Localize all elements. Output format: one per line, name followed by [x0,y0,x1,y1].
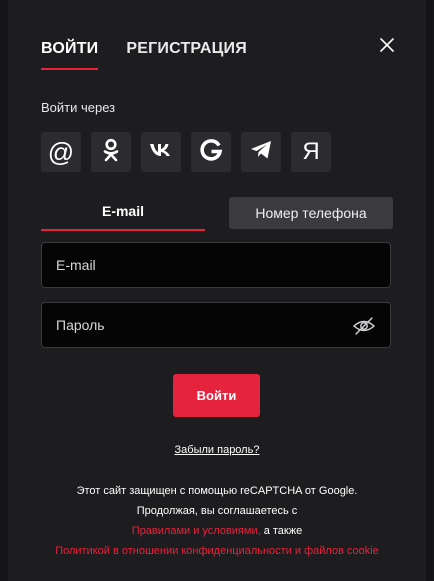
vk-login-button[interactable] [141,132,181,172]
ok-login-button[interactable] [91,132,131,172]
recaptcha-notice: Этот сайт защищен с помощью reCAPTCHA от… [76,485,358,497]
ok-icon [101,138,121,167]
terms-link[interactable]: Правилами и условиями, [132,525,261,537]
terms-also-text: а также [260,525,303,537]
auth-modal: ВОЙТИ РЕГИСТРАЦИЯ Войти через @ Я E-mail… [8,0,426,581]
forgot-password-link[interactable]: Забыли пароль? [8,444,426,456]
tab-register[interactable]: РЕГИСТРАЦИЯ [126,40,247,70]
social-login-list: @ Я [41,132,331,172]
google-icon [199,138,223,167]
telegram-login-button[interactable] [241,132,281,172]
method-tab-email[interactable]: E-mail [41,197,205,231]
social-login-label: Войти через [41,100,116,115]
yandex-login-button[interactable]: Я [291,132,331,172]
close-icon[interactable] [378,36,396,54]
terms-line: Правилами и условиями, а также [8,525,426,537]
auth-tabs: ВОЙТИ РЕГИСТРАЦИЯ [41,40,247,70]
method-tab-phone[interactable]: Номер телефона [229,197,393,229]
email-field [41,242,391,288]
yandex-icon: Я [302,138,320,165]
login-submit-button[interactable]: Войти [173,374,260,417]
tab-login[interactable]: ВОЙТИ [41,40,99,70]
eye-off-icon[interactable] [352,316,376,336]
password-input[interactable] [42,303,390,347]
google-login-button[interactable] [191,132,231,172]
mail-login-button[interactable]: @ [41,132,81,172]
mail-icon: @ [47,137,75,167]
email-input[interactable] [42,243,390,287]
telegram-icon [250,140,272,165]
backdrop-right [426,0,434,581]
privacy-policy-link[interactable]: Политикой в отношении конфиденциальности… [55,545,379,557]
privacy-line: Политикой в отношении конфиденциальности… [8,545,426,557]
vk-icon [149,142,173,163]
password-field [41,302,391,348]
backdrop-left [0,0,8,581]
consent-text: Продолжая, вы соглашаетесь с [136,505,298,517]
